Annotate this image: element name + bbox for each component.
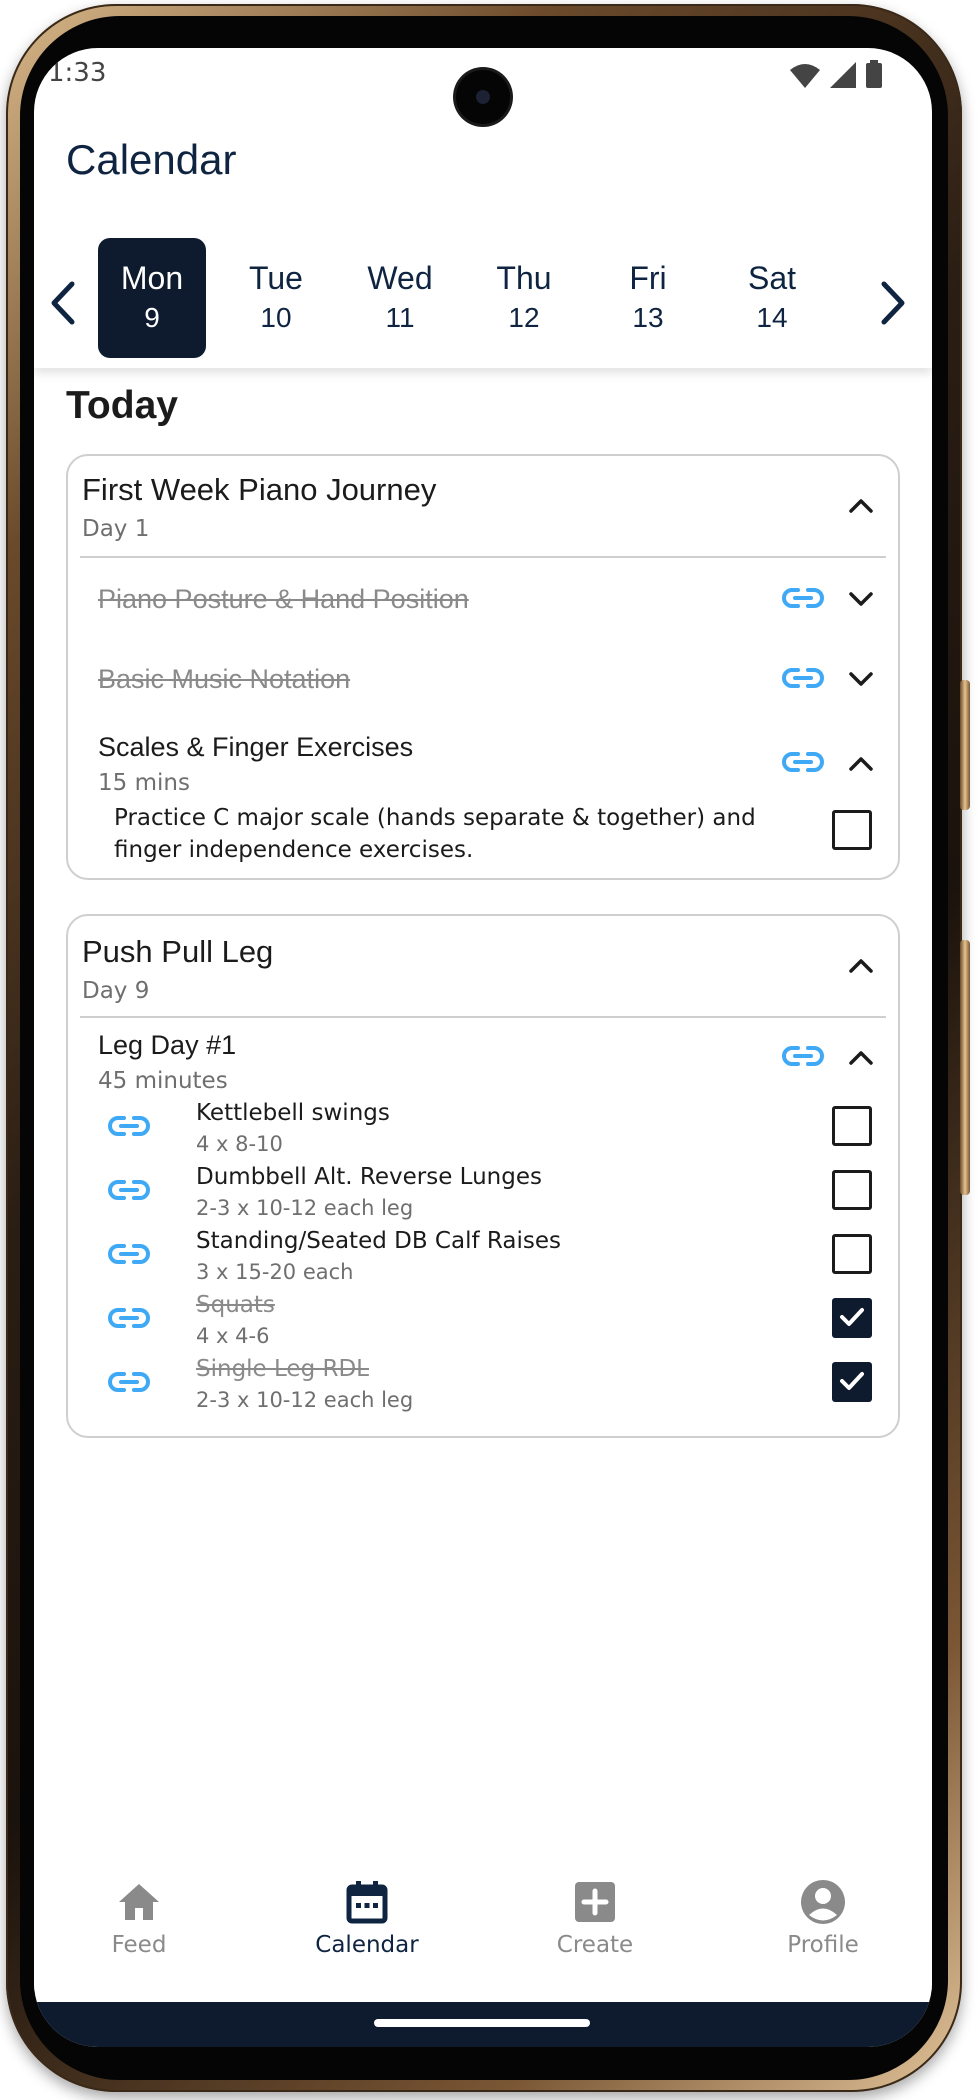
check-icon xyxy=(840,1372,864,1390)
exercise-checkbox[interactable] xyxy=(832,1362,872,1402)
exercise-checkbox[interactable] xyxy=(832,1106,872,1146)
link-icon[interactable] xyxy=(108,1242,150,1266)
day-mon[interactable]: Mon 9 xyxy=(98,238,206,358)
day-name: Wed xyxy=(367,260,433,296)
day-number: 10 xyxy=(260,302,292,333)
link-icon[interactable] xyxy=(108,1306,150,1330)
exercise-name: Squats xyxy=(196,1292,275,1318)
wifi-icon xyxy=(790,64,820,88)
chevron-up-icon[interactable] xyxy=(847,496,875,514)
day-number: 12 xyxy=(508,302,540,333)
day-name: Tue xyxy=(249,260,303,296)
day-name: Fri xyxy=(629,260,667,296)
chevron-down-icon[interactable] xyxy=(847,670,875,688)
status-time: 1:33 xyxy=(48,58,107,88)
card-subtitle: Day 9 xyxy=(82,978,150,1004)
link-icon[interactable] xyxy=(108,1114,150,1138)
workout-title[interactable]: Leg Day #1 xyxy=(98,1030,236,1061)
nav-label: Feed xyxy=(111,1932,167,1958)
exercise-name: Standing/Seated DB Calf Raises xyxy=(196,1228,561,1254)
program-card-ppl: Push Pull Leg Day 9 Leg Day #1 45 minute… xyxy=(66,914,900,1438)
power-button xyxy=(960,680,970,810)
nav-label: Create xyxy=(556,1932,634,1958)
exercise-sets: 3 x 15-20 each xyxy=(196,1260,354,1284)
day-number: 13 xyxy=(632,302,664,333)
system-navigation-bar xyxy=(34,2002,932,2047)
battery-icon xyxy=(866,60,882,88)
exercise-checkbox[interactable] xyxy=(832,1298,872,1338)
calendar-icon xyxy=(346,1881,388,1924)
day-sat[interactable]: Sat 14 xyxy=(718,238,826,358)
session-checkbox[interactable] xyxy=(832,810,872,850)
session-title[interactable]: Piano Posture & Hand Position xyxy=(98,584,469,615)
add-box-icon xyxy=(575,1882,615,1922)
nav-label: Calendar xyxy=(315,1932,419,1958)
exercise-sets: 2-3 x 10-12 each leg xyxy=(196,1388,414,1412)
nav-create[interactable]: Create xyxy=(505,1868,685,1988)
day-name: Thu xyxy=(496,260,552,296)
chevron-left-icon[interactable] xyxy=(44,278,84,328)
link-icon[interactable] xyxy=(108,1178,150,1202)
program-card-piano: First Week Piano Journey Day 1 Piano Pos… xyxy=(66,454,900,880)
signal-icon xyxy=(830,62,856,88)
status-icons xyxy=(790,60,882,88)
card-title: Push Pull Leg xyxy=(82,934,274,969)
exercise-name: Dumbbell Alt. Reverse Lunges xyxy=(196,1164,542,1190)
exercise-sets: 4 x 8-10 xyxy=(196,1132,283,1156)
card-divider xyxy=(80,556,886,558)
card-title: First Week Piano Journey xyxy=(82,472,437,507)
day-name: Mon xyxy=(120,260,184,296)
day-wed[interactable]: Wed 11 xyxy=(346,238,454,358)
exercise-sets: 2-3 x 10-12 each leg xyxy=(196,1196,414,1220)
session-duration: 15 mins xyxy=(98,770,190,796)
card-subtitle: Day 1 xyxy=(82,516,150,542)
chevron-up-icon[interactable] xyxy=(847,956,875,974)
account-circle-icon xyxy=(801,1880,845,1924)
workout-duration: 45 minutes xyxy=(98,1068,228,1094)
chevron-right-icon[interactable] xyxy=(872,278,912,328)
day-number: 9 xyxy=(144,302,160,333)
link-icon[interactable] xyxy=(782,750,824,774)
exercise-checkbox[interactable] xyxy=(832,1234,872,1274)
home-gesture-handle[interactable] xyxy=(374,2019,590,2027)
day-number: 14 xyxy=(756,302,788,333)
nav-calendar[interactable]: Calendar xyxy=(277,1868,457,1988)
nav-profile[interactable]: Profile xyxy=(733,1868,913,1988)
chevron-down-icon[interactable] xyxy=(847,590,875,608)
day-tue[interactable]: Tue 10 xyxy=(222,238,330,358)
link-icon[interactable] xyxy=(782,666,824,690)
phone-screen: 1:33 Calendar Mon 9 Tue 10 Wed 11 Thu 12… xyxy=(34,48,932,2047)
day-thu[interactable]: Thu 12 xyxy=(470,238,578,358)
exercise-name: Kettlebell swings xyxy=(196,1100,390,1126)
nav-feed[interactable]: Feed xyxy=(49,1868,229,1988)
link-icon[interactable] xyxy=(782,586,824,610)
exercise-name: Single Leg RDL xyxy=(196,1356,369,1382)
chevron-up-icon[interactable] xyxy=(847,1048,875,1066)
chevron-up-icon[interactable] xyxy=(847,754,875,772)
home-icon xyxy=(119,1884,159,1920)
check-icon xyxy=(840,1308,864,1326)
front-camera xyxy=(456,70,510,124)
link-icon[interactable] xyxy=(782,1044,824,1068)
week-day-selector: Mon 9 Tue 10 Wed 11 Thu 12 Fri 13 Sat 14 xyxy=(34,238,932,368)
session-title[interactable]: Basic Music Notation xyxy=(98,664,350,695)
volume-button xyxy=(960,940,970,1195)
session-description: Practice C major scale (hands separate &… xyxy=(114,805,756,863)
session-title[interactable]: Scales & Finger Exercises xyxy=(98,732,413,763)
page-title: Calendar xyxy=(66,136,237,183)
day-fri[interactable]: Fri 13 xyxy=(594,238,702,358)
link-icon[interactable] xyxy=(108,1370,150,1394)
day-name: Sat xyxy=(747,260,797,296)
card-divider xyxy=(80,1016,886,1018)
exercise-checkbox[interactable] xyxy=(832,1170,872,1210)
bottom-navigation: Feed Calendar Create Profile xyxy=(34,1868,932,1990)
nav-label: Profile xyxy=(787,1932,859,1958)
day-number: 11 xyxy=(385,302,415,333)
section-title-today: Today xyxy=(66,384,178,427)
exercise-sets: 4 x 4-6 xyxy=(196,1324,270,1348)
